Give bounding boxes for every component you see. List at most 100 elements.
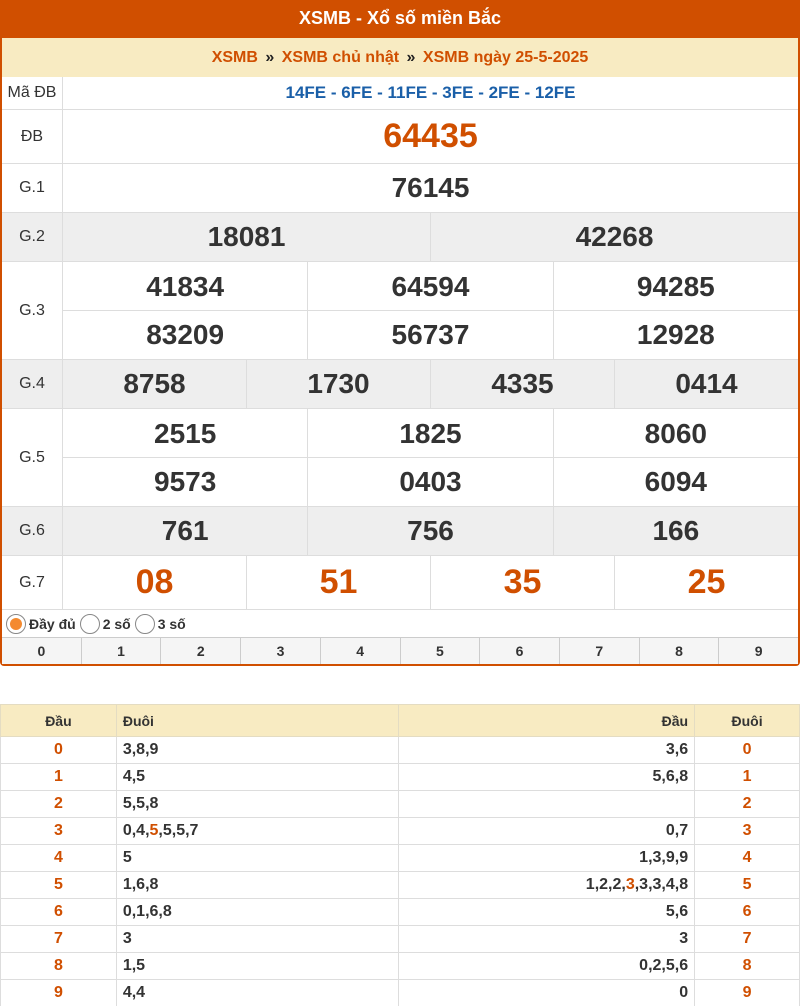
prize-g3: 83209 (63, 311, 309, 359)
table-row: 6 0,1,6,8 5,6 6 (0, 898, 800, 926)
digit-filter-1[interactable]: 1 (82, 638, 162, 664)
label-ma-db: Mã ĐB (2, 77, 63, 109)
ma-db-value: 14FE - 6FE - 11FE - 3FE - 2FE - 12FE (285, 83, 576, 102)
table-row: 1 4,5 5,6,8 1 (0, 763, 800, 791)
row-g3: G.3 41834 64594 94285 83209 56737 12928 (2, 262, 798, 360)
head-highlight: 3 (625, 876, 635, 893)
digit-filter-3[interactable]: 3 (241, 638, 321, 664)
option-two-label: 2 số (102, 615, 131, 632)
tail-list: 5,5,8 (115, 790, 400, 818)
prize-g4: 4335 (431, 360, 615, 408)
tail-digit: 8 (694, 952, 800, 980)
tail-list: 5 (115, 844, 400, 872)
prize-g3: 56737 (308, 311, 554, 359)
digit-filter-4[interactable]: 4 (321, 638, 401, 664)
digit-filter-9[interactable]: 9 (719, 638, 798, 664)
radio-full[interactable] (6, 613, 26, 634)
prize-g3: 94285 (636, 270, 715, 302)
head-list (398, 790, 696, 818)
loto-table: Đầu Đuôi Đầu Đuôi 0 3,8,9 3,6 0 1 4,5 5,… (0, 704, 800, 1006)
head-digit: 4 (0, 844, 117, 872)
option-full[interactable]: Đầy đủ (6, 613, 76, 634)
head-digit: 3 (0, 817, 117, 845)
prize-g6: 761 (63, 507, 309, 555)
digit-filter-0[interactable]: 0 (2, 638, 82, 664)
tail-digit: 9 (694, 979, 800, 1006)
tail-list: 1,5 (115, 952, 400, 980)
tail-list: 4,5 (115, 763, 400, 791)
head-list: 1,3,9,9 (398, 844, 696, 872)
head-digit: 1 (0, 763, 117, 791)
loto-header-row: Đầu Đuôi Đầu Đuôi (0, 704, 800, 737)
label-g4: G.4 (2, 360, 63, 408)
head-list: 1,2,2,3,3,3,4,8 (398, 871, 696, 899)
prize-g5: 8060 (644, 417, 707, 449)
head-part: ,3,3,4,8 (634, 876, 689, 893)
head-list: 3,6 (398, 736, 696, 764)
label-g6: G.6 (2, 507, 63, 555)
digit-filter-2[interactable]: 2 (161, 638, 242, 664)
label-db: ĐB (2, 110, 63, 163)
head-digit: 8 (0, 952, 117, 980)
head-digit: 9 (0, 979, 117, 1006)
digit-filter-6[interactable]: 6 (480, 638, 560, 664)
breadcrumb-separator: » (406, 49, 416, 66)
option-three-label: 3 số (157, 615, 186, 632)
table-row: 5 1,6,8 1,2,2,3,3,3,4,8 5 (0, 871, 800, 899)
prize-g4: 0414 (675, 368, 738, 399)
head-digit: 0 (0, 736, 117, 764)
tail-digit: 6 (694, 898, 800, 926)
option-two-digits[interactable]: 2 số (79, 613, 131, 634)
radio-three-digits[interactable] (134, 613, 155, 634)
row-g6: G.6 761 756 166 (2, 507, 798, 556)
prize-g7: 35 (431, 556, 615, 609)
prize-db: 64435 (383, 117, 478, 155)
prize-g6: 166 (652, 515, 700, 546)
table-row: 4 5 1,3,9,9 4 (0, 844, 800, 872)
prize-g7: 51 (247, 556, 431, 609)
label-g5: G.5 (2, 409, 63, 506)
table-row: 3 0,4,5,5,5,7 0,7 3 (0, 817, 800, 845)
row-g1: G.1 76145 (2, 164, 798, 213)
digit-filter-8[interactable]: 8 (640, 638, 720, 664)
head-list: 0 (398, 979, 696, 1006)
prize-g7: 25 (687, 563, 726, 601)
page-title: XSMB - Xổ số miền Bắc (0, 0, 800, 38)
table-row: 0 3,8,9 3,6 0 (0, 736, 800, 764)
header-dau-right: Đầu (398, 704, 696, 737)
head-list: 5,6 (398, 898, 696, 926)
row-g7: G.7 08 51 35 25 (2, 556, 798, 610)
prize-g5: 2515 (63, 409, 309, 458)
label-g1: G.1 (2, 164, 63, 212)
prize-g4: 1730 (247, 360, 431, 408)
prize-g5: 6094 (644, 466, 707, 497)
prize-g3: 41834 (63, 262, 309, 311)
tail-digit: 4 (694, 844, 800, 872)
prize-g5: 1825 (308, 409, 554, 458)
digit-filter-7[interactable]: 7 (560, 638, 640, 664)
head-digit: 2 (0, 790, 117, 818)
tail-digit: 1 (694, 763, 800, 791)
breadcrumb-xsmb[interactable]: XSMB (212, 49, 258, 66)
breadcrumb-date[interactable]: XSMB ngày 25-5-2025 (423, 49, 588, 66)
prize-g6: 756 (308, 507, 554, 555)
prize-g3: 64594 (308, 262, 554, 311)
breadcrumb-sunday[interactable]: XSMB chủ nhật (282, 49, 399, 66)
tail-list: 0,1,6,8 (115, 898, 400, 926)
row-g2: G.2 18081 42268 (2, 213, 798, 262)
radio-two-digits[interactable] (79, 613, 100, 634)
header-duoi: Đuôi (115, 704, 400, 737)
head-part: 1,2,2, (585, 876, 626, 893)
digit-filter-5[interactable]: 5 (401, 638, 481, 664)
tail-digit: 7 (694, 925, 800, 953)
label-g2: G.2 (2, 213, 63, 261)
tail-digit: 0 (694, 736, 800, 764)
head-digit: 6 (0, 898, 117, 926)
prize-g2: 18081 (63, 213, 431, 261)
prize-g4: 8758 (63, 360, 247, 408)
head-list: 0,2,5,6 (398, 952, 696, 980)
label-g7: G.7 (2, 556, 63, 609)
tail-digit: 2 (694, 790, 800, 818)
prize-g2: 42268 (575, 221, 654, 252)
option-three-digits[interactable]: 3 số (134, 613, 186, 634)
